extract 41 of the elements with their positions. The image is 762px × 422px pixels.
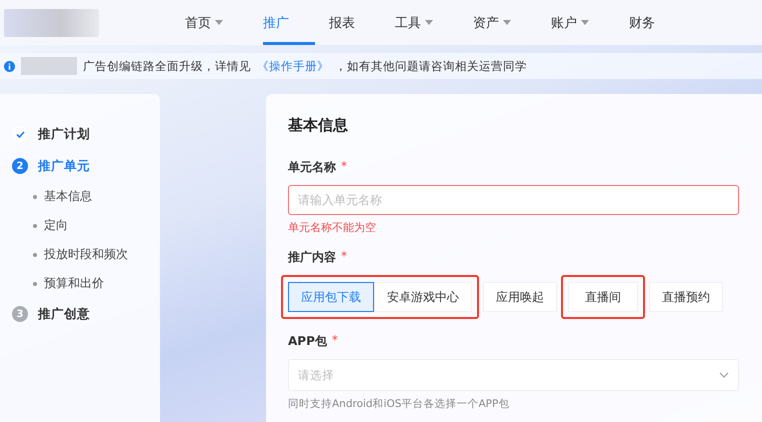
- bullet-icon: [33, 194, 37, 198]
- nav-tab[interactable]: 账户: [551, 0, 615, 45]
- required-mark: *: [332, 333, 338, 349]
- step-item[interactable]: 推广单元: [38, 158, 90, 174]
- step-number: 2: [12, 158, 28, 174]
- nav-tab[interactable]: 资产: [473, 0, 537, 45]
- error-text: 单元名称不能为空: [288, 220, 377, 235]
- nav-tab[interactable]: 报表: [329, 0, 381, 45]
- hint-text: 同时支持Android和iOS平台各选择一个APP包: [288, 397, 510, 411]
- input-field[interactable]: 请输入单元名称: [288, 185, 739, 215]
- field-label: 推广内容: [288, 249, 336, 266]
- option-button[interactable]: 直播间: [568, 282, 638, 312]
- bullet-icon: [33, 252, 37, 256]
- nav-tab[interactable]: 推广: [263, 0, 315, 45]
- notice-text: ，如有其他问题请咨询相关运营同学: [335, 58, 527, 74]
- nav-tab[interactable]: 工具: [395, 0, 459, 45]
- step-item[interactable]: 推广计划: [38, 126, 90, 142]
- option-button[interactable]: 应用唤起: [483, 282, 557, 312]
- step-item[interactable]: 推广创意: [38, 306, 90, 322]
- notice-text: 广告创编链路全面升级，详情见: [83, 58, 251, 74]
- substep-item[interactable]: 定向: [44, 217, 68, 234]
- nav-tab[interactable]: 首页: [185, 0, 249, 45]
- bullet-icon: [33, 282, 37, 286]
- substep-item[interactable]: 预算和出价: [44, 275, 104, 292]
- option-button[interactable]: 直播预约: [649, 282, 723, 312]
- section-title: 基本信息: [288, 116, 349, 135]
- step-number: 3: [12, 306, 28, 322]
- substep-item[interactable]: 基本信息: [44, 188, 92, 205]
- option-button[interactable]: 安卓游戏中心: [374, 282, 472, 312]
- info-icon: [4, 60, 15, 72]
- substep-item[interactable]: 投放时段和频次: [44, 246, 128, 263]
- field-label: APP包: [288, 333, 327, 350]
- manual-link[interactable]: 《操作手册》: [257, 58, 329, 74]
- nav-tab[interactable]: 财务: [629, 0, 681, 45]
- required-mark: *: [341, 159, 347, 175]
- chevron-icon: [719, 372, 729, 378]
- field-label: 单元名称: [288, 159, 336, 176]
- bullet-icon: [33, 224, 37, 228]
- required-mark: *: [341, 249, 347, 265]
- option-button[interactable]: 应用包下载: [288, 282, 374, 312]
- blurred-placeholder: [21, 57, 77, 75]
